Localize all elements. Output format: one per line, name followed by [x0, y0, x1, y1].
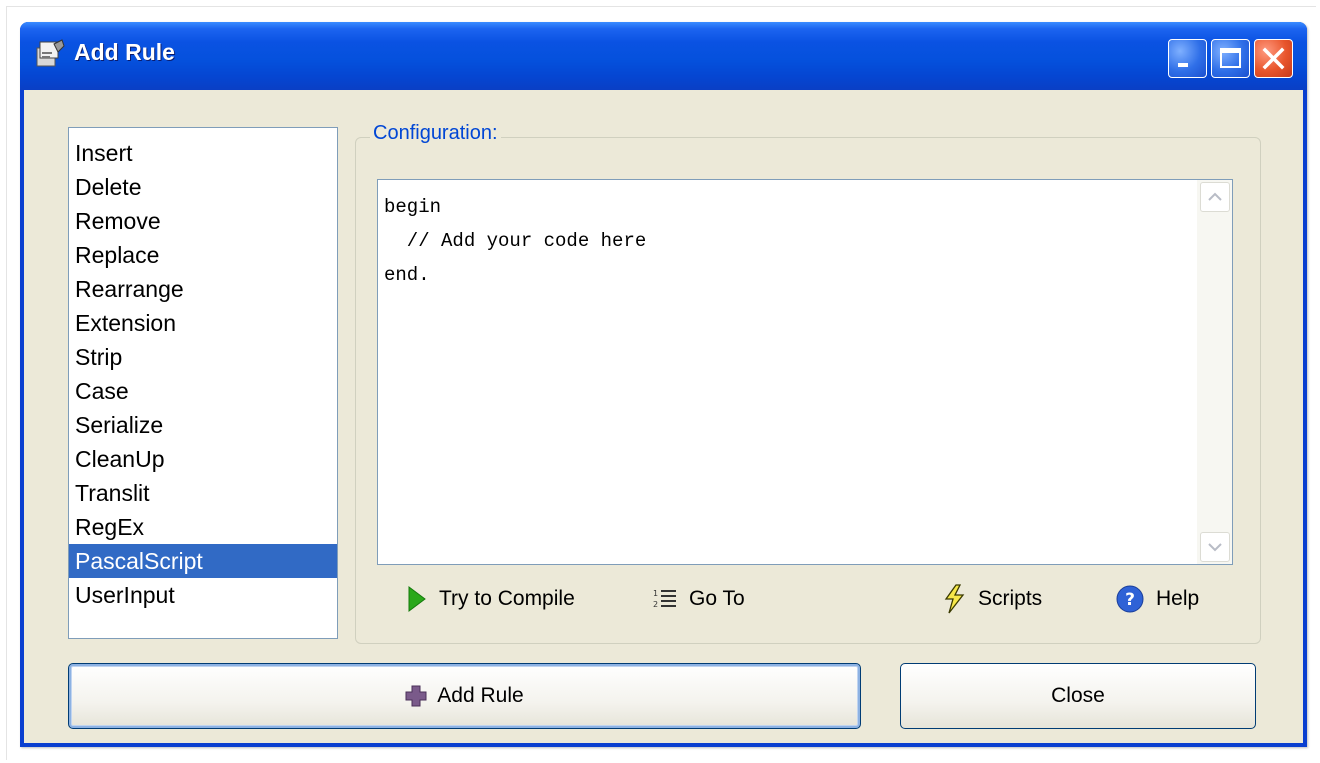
list-item[interactable]: Rearrange — [69, 272, 337, 306]
vertical-scrollbar[interactable] — [1197, 180, 1232, 564]
code-text[interactable]: begin // Add your code here end. — [384, 190, 646, 292]
add-rule-label: Add Rule — [437, 684, 524, 707]
list-item[interactable]: Strip — [69, 340, 337, 374]
list-item[interactable]: Insert — [69, 136, 337, 170]
list-item-selected[interactable]: PascalScript — [69, 544, 337, 578]
window-title: Add Rule — [74, 39, 175, 65]
close-icon — [1262, 47, 1285, 70]
close-window-button[interactable] — [1254, 39, 1293, 78]
help-button[interactable]: ? Help — [1116, 582, 1199, 616]
scroll-down-button[interactable] — [1200, 532, 1230, 562]
list-item[interactable]: Serialize — [69, 408, 337, 442]
close-button[interactable]: Close — [900, 663, 1256, 729]
app-icon — [36, 39, 65, 67]
play-icon — [407, 585, 427, 613]
maximize-icon — [1220, 48, 1241, 68]
rules-list[interactable]: Insert Delete Remove Replace Rearrange E… — [68, 127, 338, 639]
chevron-up-icon — [1208, 192, 1222, 201]
plus-icon — [405, 685, 427, 707]
try-to-compile-button[interactable]: Try to Compile — [407, 582, 575, 616]
dialog-client-area: Insert Delete Remove Replace Rearrange E… — [24, 90, 1303, 743]
scripts-button[interactable]: Scripts — [942, 582, 1042, 616]
chevron-down-icon — [1208, 543, 1222, 552]
list-item[interactable]: CleanUp — [69, 442, 337, 476]
list-item[interactable]: RegEx — [69, 510, 337, 544]
go-to-label: Go To — [689, 587, 745, 610]
minimize-button[interactable] — [1168, 39, 1207, 78]
minimize-icon — [1178, 63, 1188, 67]
help-label: Help — [1156, 587, 1200, 610]
help-icon: ? — [1116, 585, 1144, 613]
maximize-button[interactable] — [1211, 39, 1250, 78]
add-rule-button[interactable]: Add Rule — [68, 663, 861, 729]
svg-text:1: 1 — [653, 589, 658, 598]
close-label: Close — [1051, 684, 1105, 707]
list-item[interactable]: Case — [69, 374, 337, 408]
try-to-compile-label: Try to Compile — [439, 587, 575, 610]
list-item[interactable]: Translit — [69, 476, 337, 510]
scripts-label: Scripts — [978, 587, 1043, 610]
configuration-label: Configuration: — [370, 122, 501, 145]
list-item[interactable]: Extension — [69, 306, 337, 340]
svg-text:2: 2 — [653, 600, 658, 609]
title-bar[interactable]: Add Rule — [20, 22, 1307, 90]
svg-text:?: ? — [1125, 590, 1135, 610]
line-numbers-icon: 1 2 — [653, 587, 677, 611]
lightning-icon — [942, 584, 966, 614]
list-item[interactable]: UserInput — [69, 578, 337, 612]
add-rule-dialog: Add Rule Insert Delete Remove Replace Re… — [20, 22, 1307, 747]
list-item[interactable]: Delete — [69, 170, 337, 204]
list-item[interactable]: Replace — [69, 238, 337, 272]
code-editor[interactable]: begin // Add your code here end. — [377, 179, 1233, 565]
scroll-up-button[interactable] — [1200, 182, 1230, 212]
go-to-button[interactable]: 1 2 Go To — [653, 582, 745, 616]
list-item[interactable]: Remove — [69, 204, 337, 238]
